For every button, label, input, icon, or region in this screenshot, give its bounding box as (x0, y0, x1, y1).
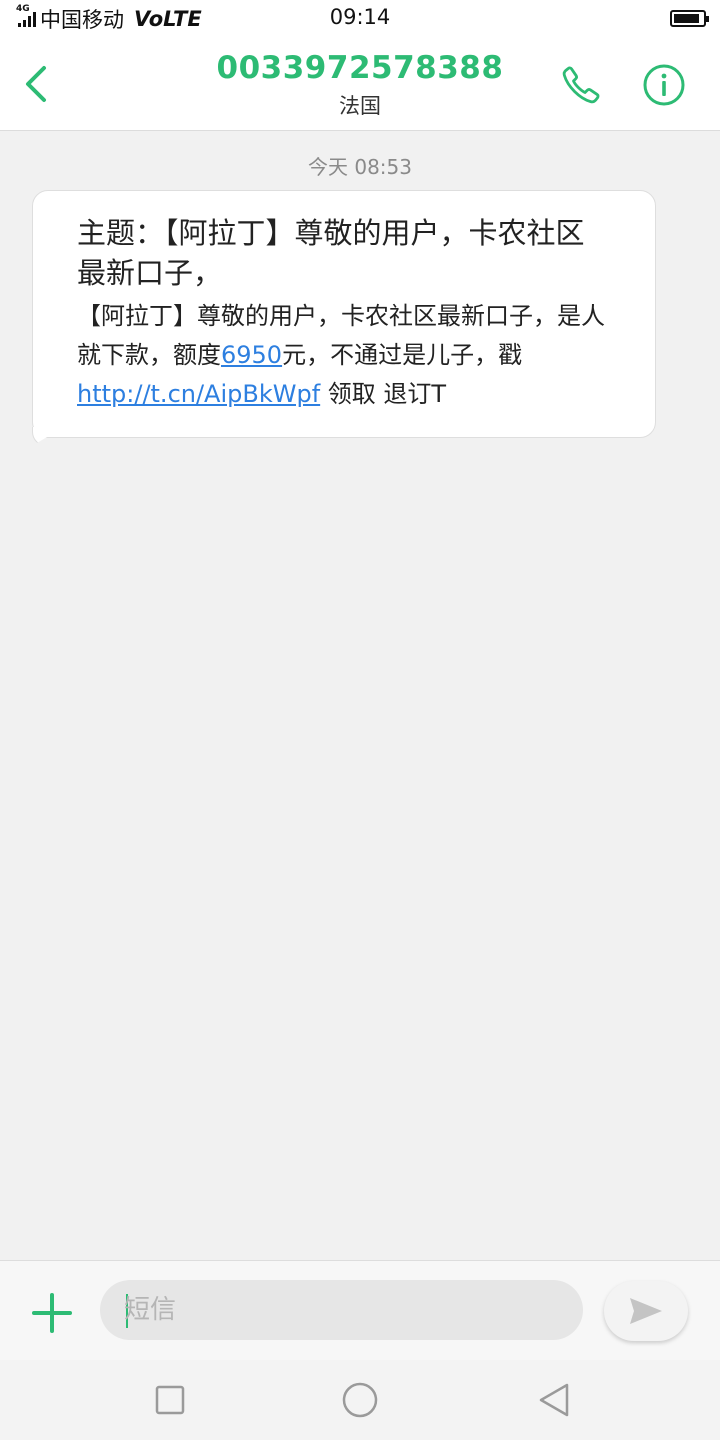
circle-icon (342, 1382, 378, 1418)
add-attachment-button[interactable] (28, 1289, 76, 1337)
system-navigation-bar (0, 1360, 720, 1440)
phone-icon (562, 66, 600, 104)
back-button[interactable] (14, 58, 58, 110)
amount-link[interactable]: 6950 (221, 341, 282, 369)
battery-icon (670, 10, 709, 27)
back-nav-button[interactable] (534, 1380, 574, 1420)
battery-fill (674, 14, 699, 23)
triangle-back-icon (539, 1383, 569, 1417)
message-bubble[interactable]: 主题：【阿拉丁】尊敬的用户，卡农社区最新口子， 【阿拉丁】尊敬的用户，卡农社区最… (32, 190, 656, 438)
info-icon (643, 64, 685, 106)
conversation-header: 0033972578388 法国 (0, 38, 720, 131)
home-button[interactable] (340, 1380, 380, 1420)
call-button[interactable] (556, 60, 606, 110)
message-body-text: 领取 退订T (320, 380, 447, 408)
contact-location: 法国 (339, 94, 381, 118)
message-body: 【阿拉丁】尊敬的用户，卡农社区最新口子，是人就下款，额度6950元，不通过是儿子… (77, 297, 617, 414)
chevron-left-icon (26, 66, 46, 102)
message-subject: 主题：【阿拉丁】尊敬的用户，卡农社区最新口子， (77, 216, 585, 290)
send-button[interactable] (604, 1281, 688, 1341)
contact-number: 0033972578388 (216, 50, 504, 86)
send-icon (630, 1298, 662, 1324)
sms-input-wrapper[interactable] (100, 1280, 583, 1340)
recent-apps-button[interactable] (150, 1380, 190, 1420)
url-link[interactable]: http://t.cn/AipBkWpf (77, 380, 320, 408)
message-timestamp: 今天 08:53 (308, 155, 412, 179)
status-time: 09:14 (329, 5, 391, 29)
status-bar: 4G 中国移动 VoLTE 09:14 (0, 0, 720, 38)
square-icon (155, 1385, 185, 1415)
message-body-text: 元，不通过是儿子，戳 (282, 341, 523, 369)
contact-info[interactable]: 0033972578388 法国 (160, 50, 560, 120)
info-button[interactable] (640, 61, 688, 109)
sms-input[interactable] (124, 1280, 564, 1340)
message-composer (0, 1260, 720, 1360)
plus-icon (32, 1293, 72, 1333)
